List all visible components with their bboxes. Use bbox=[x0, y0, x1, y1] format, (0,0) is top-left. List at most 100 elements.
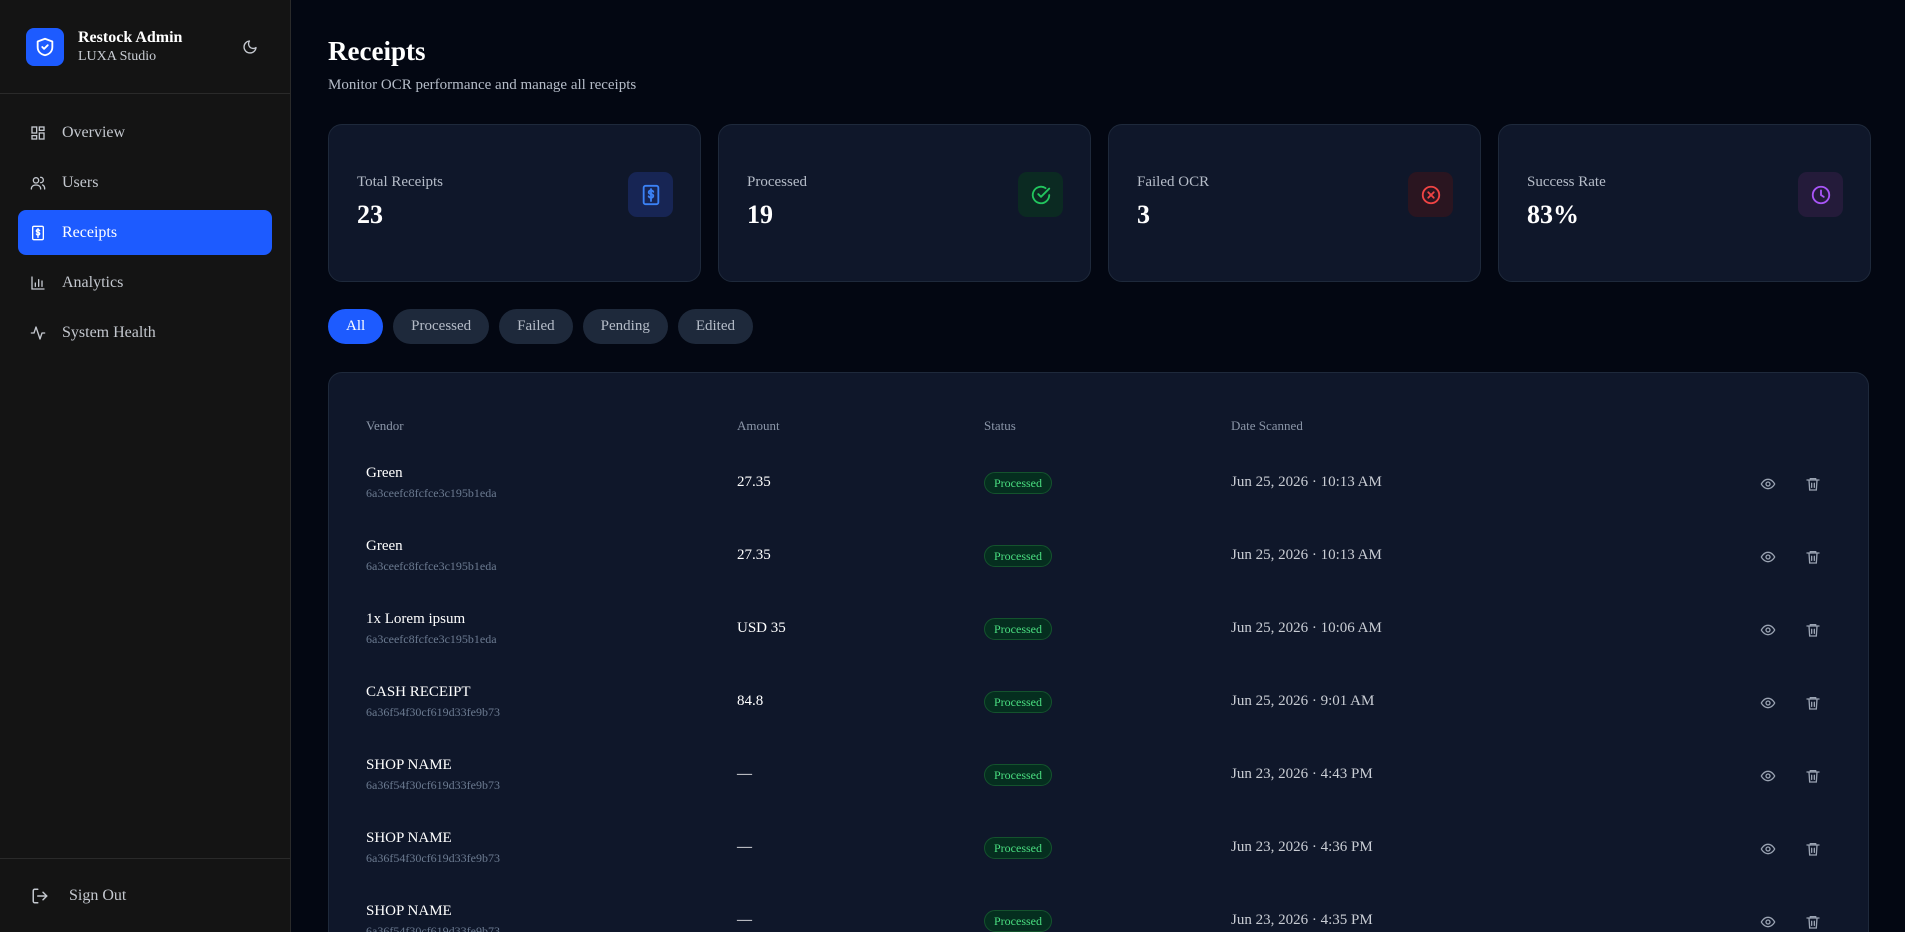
clock-icon bbox=[1798, 172, 1843, 217]
status-badge: Processed bbox=[984, 910, 1052, 932]
brand-subtitle: LUXA Studio bbox=[78, 48, 157, 64]
eye-icon[interactable] bbox=[1759, 694, 1777, 712]
receipt-id: 6a36f54f30cf619d33fe9b73 bbox=[366, 924, 500, 932]
date-scanned: Jun 23, 2026 · 4:43 PM bbox=[1231, 766, 1373, 782]
filter-chips: All Processed Failed Pending Edited bbox=[328, 309, 753, 344]
stat-card-success-rate: Success Rate 83% bbox=[1498, 124, 1871, 282]
trash-icon[interactable] bbox=[1804, 767, 1822, 785]
column-header-vendor: Vendor bbox=[366, 418, 404, 433]
trash-icon[interactable] bbox=[1804, 621, 1822, 639]
amount: 27.35 bbox=[737, 474, 771, 490]
x-circle-icon bbox=[1408, 172, 1453, 217]
trash-icon[interactable] bbox=[1804, 548, 1822, 566]
receipt-id: 6a3ceefc8fcfce3c195b1eda bbox=[366, 632, 497, 646]
filter-chip-pending[interactable]: Pending bbox=[582, 309, 668, 344]
table-row: SHOP NAME 6a36f54f30cf619d33fe9b73 — Pro… bbox=[329, 747, 1868, 820]
sidebar-item-label: System Health bbox=[62, 323, 156, 341]
sidebar-item-receipts[interactable]: Receipts bbox=[18, 210, 272, 255]
vendor-name: CASH RECEIPT bbox=[366, 684, 471, 700]
status-badge: Processed bbox=[984, 618, 1052, 640]
column-header-amount: Amount bbox=[737, 418, 780, 433]
date-scanned: Jun 25, 2026 · 10:06 AM bbox=[1231, 620, 1382, 636]
status-badge: Processed bbox=[984, 691, 1052, 713]
sidebar-nav: Overview Users Receipts Analytics System… bbox=[0, 94, 290, 355]
dashboard-icon bbox=[30, 125, 46, 141]
eye-icon[interactable] bbox=[1759, 767, 1777, 785]
stat-value: 23 bbox=[357, 200, 383, 229]
stat-card-failed-ocr: Failed OCR 3 bbox=[1108, 124, 1481, 282]
table-row: Green 6a3ceefc8fcfce3c195b1eda 27.35 Pro… bbox=[329, 455, 1868, 528]
amount: — bbox=[737, 766, 752, 782]
amount: 84.8 bbox=[737, 693, 764, 709]
vendor-name: SHOP NAME bbox=[366, 830, 452, 846]
vendor-name: Green bbox=[366, 538, 403, 554]
bar-chart-icon bbox=[30, 275, 46, 291]
table-header: Vendor Amount Status Date Scanned bbox=[329, 418, 1868, 438]
receipts-table: Vendor Amount Status Date Scanned Green … bbox=[328, 372, 1869, 932]
date-scanned: Jun 23, 2026 · 4:35 PM bbox=[1231, 912, 1373, 928]
eye-icon[interactable] bbox=[1759, 840, 1777, 858]
sidebar-item-label: Receipts bbox=[62, 223, 118, 241]
users-icon bbox=[30, 175, 46, 191]
filter-chip-processed[interactable]: Processed bbox=[393, 309, 490, 344]
vendor-name: Green bbox=[366, 465, 403, 481]
status-badge: Processed bbox=[984, 764, 1052, 786]
stat-label: Success Rate bbox=[1527, 174, 1606, 190]
sidebar-item-system-health[interactable]: System Health bbox=[18, 310, 272, 355]
vendor-name: SHOP NAME bbox=[366, 903, 452, 919]
sidebar-item-overview[interactable]: Overview bbox=[18, 110, 272, 155]
activity-icon bbox=[30, 325, 46, 341]
page-title: Receipts bbox=[328, 36, 426, 66]
filter-chip-all[interactable]: All bbox=[328, 309, 384, 344]
stat-card-total-receipts: Total Receipts 23 bbox=[328, 124, 701, 282]
moon-icon[interactable] bbox=[236, 33, 264, 61]
eye-icon[interactable] bbox=[1759, 621, 1777, 639]
filter-chip-edited[interactable]: Edited bbox=[677, 309, 753, 344]
sidebar-item-users[interactable]: Users bbox=[18, 160, 272, 205]
table-row: SHOP NAME 6a36f54f30cf619d33fe9b73 — Pro… bbox=[329, 893, 1868, 932]
main-content: Receipts Monitor OCR performance and man… bbox=[291, 0, 1905, 932]
sign-out-button[interactable]: Sign Out bbox=[0, 858, 290, 932]
receipt-dollar-icon bbox=[628, 172, 673, 217]
page-subtitle: Monitor OCR performance and manage all r… bbox=[328, 77, 637, 93]
receipt-icon bbox=[30, 225, 46, 241]
sidebar-item-label: Users bbox=[62, 173, 99, 191]
receipt-id: 6a3ceefc8fcfce3c195b1eda bbox=[366, 559, 497, 573]
stat-value: 19 bbox=[747, 200, 773, 229]
eye-icon[interactable] bbox=[1759, 475, 1777, 493]
column-header-date: Date Scanned bbox=[1231, 418, 1303, 433]
sign-out-label: Sign Out bbox=[69, 886, 127, 904]
amount: — bbox=[737, 912, 752, 928]
vendor-name: 1x Lorem ipsum bbox=[366, 611, 466, 627]
date-scanned: Jun 23, 2026 · 4:36 PM bbox=[1231, 839, 1373, 855]
table-row: 1x Lorem ipsum 6a3ceefc8fcfce3c195b1eda … bbox=[329, 601, 1868, 674]
filter-chip-failed[interactable]: Failed bbox=[499, 309, 573, 344]
check-circle-icon bbox=[1018, 172, 1063, 217]
trash-icon[interactable] bbox=[1804, 694, 1822, 712]
table-row: CASH RECEIPT 6a36f54f30cf619d33fe9b73 84… bbox=[329, 674, 1868, 747]
eye-icon[interactable] bbox=[1759, 548, 1777, 566]
amount: — bbox=[737, 839, 752, 855]
sidebar-item-label: Analytics bbox=[62, 273, 124, 291]
stat-value: 83% bbox=[1527, 200, 1579, 229]
sidebar: Restock Admin LUXA Studio Overview Users… bbox=[0, 0, 291, 932]
eye-icon[interactable] bbox=[1759, 913, 1777, 931]
trash-icon[interactable] bbox=[1804, 475, 1822, 493]
status-badge: Processed bbox=[984, 837, 1052, 859]
date-scanned: Jun 25, 2026 · 10:13 AM bbox=[1231, 474, 1382, 490]
stat-label: Total Receipts bbox=[357, 174, 444, 190]
vendor-name: SHOP NAME bbox=[366, 757, 452, 773]
trash-icon[interactable] bbox=[1804, 913, 1822, 931]
receipt-id: 6a36f54f30cf619d33fe9b73 bbox=[366, 705, 500, 719]
status-badge: Processed bbox=[984, 545, 1052, 567]
column-header-status: Status bbox=[984, 418, 1016, 433]
sidebar-item-label: Overview bbox=[62, 123, 126, 141]
brand-header: Restock Admin LUXA Studio bbox=[0, 0, 290, 94]
stat-value: 3 bbox=[1137, 200, 1150, 229]
amount: 27.35 bbox=[737, 547, 771, 563]
trash-icon[interactable] bbox=[1804, 840, 1822, 858]
sidebar-item-analytics[interactable]: Analytics bbox=[18, 260, 272, 305]
stat-card-processed: Processed 19 bbox=[718, 124, 1091, 282]
brand-title: Restock Admin bbox=[78, 28, 183, 46]
date-scanned: Jun 25, 2026 · 10:13 AM bbox=[1231, 547, 1382, 563]
